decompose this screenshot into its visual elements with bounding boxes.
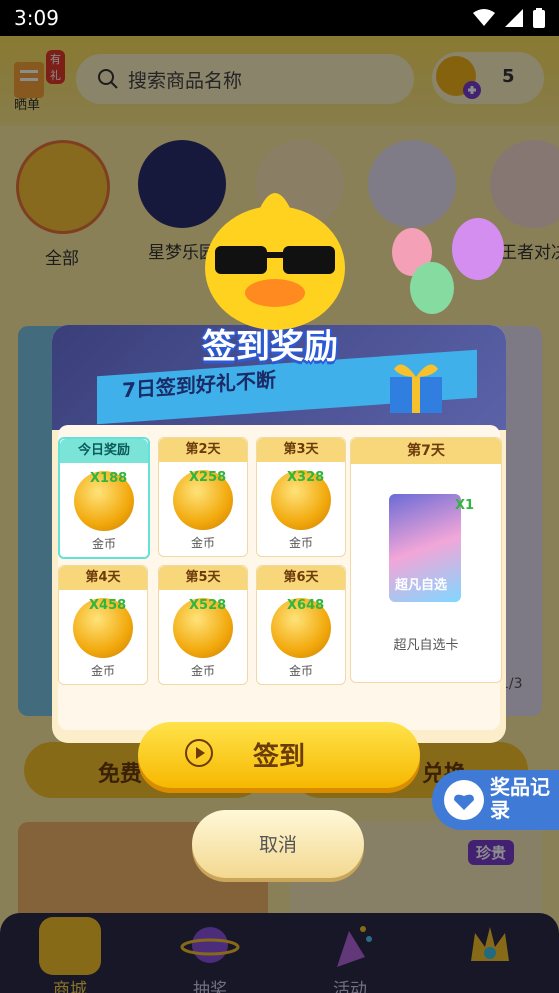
reward-name: 金币: [288, 664, 313, 678]
day-header: 第7天: [351, 438, 501, 464]
day-header: 第5天: [159, 566, 247, 590]
gift-box-icon: [390, 364, 442, 413]
duck-mascot-image: [205, 193, 345, 330]
day-header: 今日奖励: [60, 439, 148, 463]
reward-amount: X648: [287, 598, 325, 613]
reward-amount: X1: [455, 498, 475, 513]
day-reward-card: 今日奖励 X188 金币: [58, 437, 150, 559]
day-header: 第6天: [257, 566, 345, 590]
reward-name: 金币: [190, 536, 215, 550]
reward-name: 金币: [288, 536, 313, 550]
day-header: 第2天: [159, 438, 247, 462]
day-header: 第3天: [257, 438, 345, 462]
prize-record-button[interactable]: 奖品记录: [432, 770, 559, 830]
day-reward-card: 第4天 X458 金币: [58, 565, 148, 685]
dialog-header: 签到奖励 7日签到好礼不断: [52, 325, 506, 430]
reward-amount: X528: [189, 598, 227, 613]
status-bar: 3:09: [0, 0, 559, 36]
card-text: 超凡自选: [395, 578, 448, 593]
prize-record-label: 奖品记录: [490, 775, 550, 822]
reward-name: 金币: [90, 664, 115, 678]
reward-amount: X328: [287, 470, 325, 485]
signal-icon: [505, 9, 523, 27]
sign-in-label: 签到: [252, 742, 305, 772]
wifi-icon: [473, 9, 495, 26]
day-reward-card: 第3天 X328 金币: [256, 437, 346, 557]
reward-name: 超凡自选卡: [393, 638, 459, 653]
day-reward-card: 第2天 X258 金币: [158, 437, 248, 557]
cancel-button[interactable]: 取消: [192, 810, 364, 878]
balloon-decoration: [410, 262, 454, 314]
status-time: 3:09: [14, 6, 59, 30]
day-reward-card: 第5天 X528 金币: [158, 565, 248, 685]
sign-in-button[interactable]: 签到: [138, 722, 420, 788]
balloon-decoration: [452, 218, 504, 280]
day-reward-card: 第6天 X648 金币: [256, 565, 346, 685]
reward-name: 金币: [190, 664, 215, 678]
day7-reward-card: 第7天 超凡自选 X1 超凡自选卡: [350, 437, 502, 683]
cancel-label: 取消: [258, 834, 297, 856]
battery-icon: [533, 8, 545, 28]
checkin-dialog: 签到奖励 7日签到好礼不断 今日奖励 X188 金币 第2天 X258 金币 第…: [52, 325, 506, 743]
heart-envelope-icon: [444, 780, 484, 820]
day-header: 第4天: [59, 566, 147, 590]
reward-amount: X258: [189, 470, 227, 485]
reward-amount: X458: [89, 598, 127, 613]
reward-name: 金币: [91, 537, 116, 551]
status-icons: [473, 8, 545, 28]
selection-card-image: 超凡自选: [389, 494, 461, 602]
reward-amount: X188: [90, 471, 128, 486]
